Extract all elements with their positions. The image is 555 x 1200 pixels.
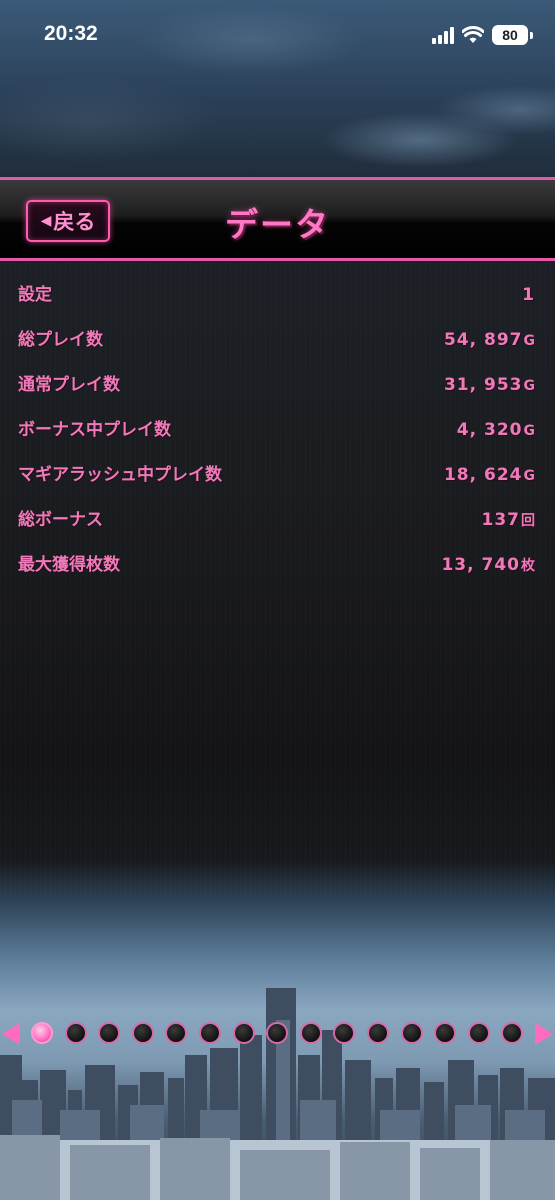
data-unit: G [523,333,536,349]
page-dot[interactable] [232,1022,255,1044]
page-dot[interactable] [333,1022,356,1044]
page-dot[interactable] [400,1022,423,1044]
status-icons: 80 [432,22,533,48]
page-dot[interactable] [98,1022,121,1044]
data-value: 54, 897 [443,330,523,350]
data-row-bonus-plays: ボーナス中プレイ数 4, 320 G [18,415,536,460]
cellular-signal-icon [432,26,454,44]
data-unit: 回 [521,513,536,529]
data-row-total-plays: 総プレイ数 54, 897 G [18,325,536,370]
data-unit: G [523,423,536,439]
city-skyline-image [0,988,555,1200]
wifi-icon [462,26,484,43]
data-row-total-bonus: 総ボーナス 137 回 [18,505,536,550]
data-unit: 枚 [521,558,536,574]
page-dot[interactable] [31,1022,53,1044]
data-list: 設定 1 総プレイ数 54, 897 G 通常プレイ数 31, 953 G ボーナス… [18,280,536,595]
header-bar: ◀ 戻る データ [0,177,555,261]
data-value: 13, 740 [441,555,520,575]
page-dot[interactable] [501,1022,524,1044]
data-label: マギアラッシュ中プレイ数 [18,465,222,485]
page-dot[interactable] [434,1022,457,1044]
data-row-max-coins: 最大獲得枚数 13, 740 枚 [18,550,536,595]
data-screen: 20:32 80 ◀ 戻る データ 設定 1 総プレイ数 54, 897 G 通常プ… [0,0,555,1200]
data-label: 最大獲得枚数 [18,555,120,575]
data-value: 18, 624 [443,465,523,485]
page-dot[interactable] [467,1022,490,1044]
data-row-normal-plays: 通常プレイ数 31, 953 G [18,370,536,415]
data-value: 31, 953 [443,375,523,395]
page-dot[interactable] [64,1022,87,1044]
data-value: 137 [481,510,520,530]
data-value: 4, 320 [456,420,523,440]
data-unit: G [523,378,536,394]
data-label: ボーナス中プレイ数 [18,420,171,440]
next-page-arrow-icon[interactable] [535,1023,553,1045]
data-label: 総プレイ数 [18,330,103,350]
page-dot[interactable] [299,1022,322,1044]
data-row-setting: 設定 1 [18,280,536,325]
data-value: 1 [522,285,535,305]
data-label: 総ボーナス [18,510,103,530]
battery-cap-icon [530,31,533,39]
page-indicator [0,1019,555,1049]
data-row-magia-rush-plays: マギアラッシュ中プレイ数 18, 624 G [18,460,536,505]
battery-indicator: 80 [492,25,528,45]
data-label: 設定 [18,285,52,305]
page-dot[interactable] [367,1022,389,1044]
status-time: 20:32 [44,22,98,45]
data-label: 通常プレイ数 [18,375,120,395]
page-dot[interactable] [165,1022,188,1044]
page-dot[interactable] [131,1022,154,1044]
page-title: データ [225,205,330,244]
page-dot[interactable] [199,1022,221,1044]
page-dot[interactable] [266,1022,289,1044]
previous-page-arrow-icon[interactable] [2,1023,20,1045]
data-unit: G [523,468,536,484]
